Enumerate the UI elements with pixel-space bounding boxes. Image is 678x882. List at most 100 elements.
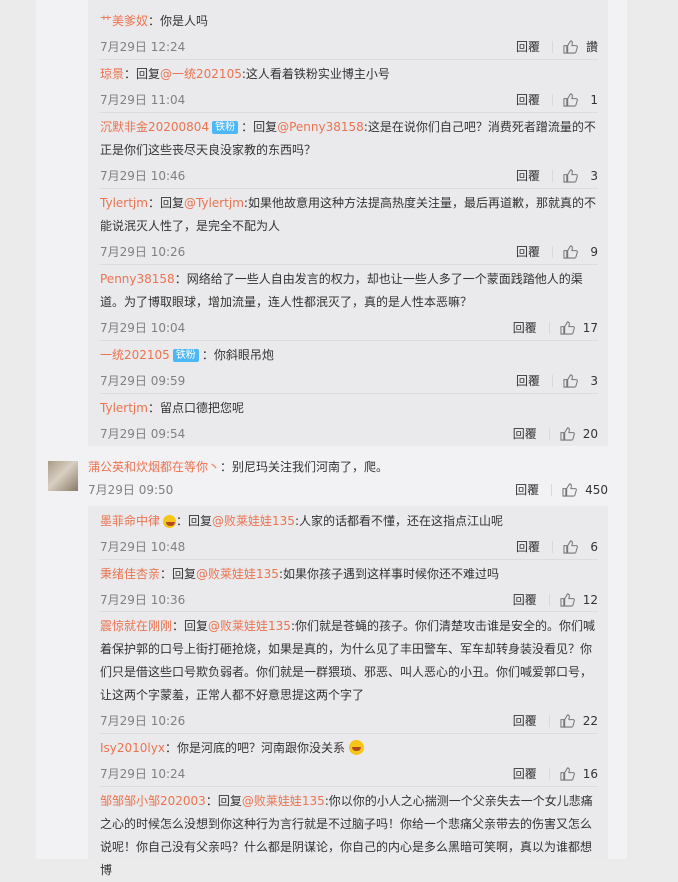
like-button[interactable]: 3: [563, 371, 598, 391]
like-button[interactable]: 3: [563, 166, 598, 186]
reply-meta: 7月29日 10:46 回覆 3: [100, 166, 598, 186]
reply-button[interactable]: 回覆: [516, 166, 540, 186]
like-button[interactable]: 450: [562, 480, 608, 500]
divider: [552, 541, 553, 553]
like-button[interactable]: 6: [563, 537, 598, 557]
reply-meta: 7月29日 11:04 回覆 1: [100, 90, 598, 110]
username-link[interactable]: Isy2010lyx: [100, 741, 165, 755]
username-link[interactable]: Tylertjm: [100, 401, 148, 415]
reply-item: Isy2010lyx：你是河底的吧？河南跟你没关系 7月29日 10:24 回覆 1…: [100, 737, 598, 784]
reply-button[interactable]: 回覆: [513, 318, 537, 338]
reply-text: 邹邹邹小邹202003：回复@败莱娃娃135:你以你的小人之心揣测一个父亲失去一…: [100, 790, 598, 882]
username-link[interactable]: 邹邹邹小邹202003: [100, 794, 206, 808]
reply-button[interactable]: 回覆: [516, 537, 540, 557]
reply-prefix: ：回复: [160, 567, 197, 581]
mention-link[interactable]: @Tylertjm: [184, 196, 244, 210]
reply-body: ：你是人吗: [148, 14, 209, 28]
avatar[interactable]: [48, 461, 78, 491]
reply-meta: 7月29日 12:24 回覆 讚: [100, 37, 598, 57]
reply-item: 沉默非金20200804 铁粉 ：回复@Penny38158:这是在说你们自己吧？消…: [100, 116, 598, 186]
thumbs-up-icon: [560, 767, 575, 781]
username-link[interactable]: Tylertjm: [100, 196, 148, 210]
like-count: 讚: [585, 40, 598, 54]
divider: [100, 188, 598, 189]
reply-actions: 回覆 讚: [516, 37, 598, 57]
mention-link[interactable]: @败莱娃娃135: [242, 794, 325, 808]
thumbs-up-icon: [563, 540, 578, 554]
mention-link[interactable]: @一统202105: [160, 67, 242, 81]
reply-button[interactable]: 回覆: [513, 590, 537, 610]
reply-button[interactable]: 回覆: [516, 37, 540, 57]
reply-button[interactable]: 回覆: [513, 424, 537, 444]
reply-meta: 7月29日 10:04 回覆 17: [100, 318, 598, 338]
reply-body: :人家的话都看不懂，还在这指点江山呢: [294, 514, 503, 528]
username-link[interactable]: Penny38158: [100, 272, 175, 286]
divider: [100, 264, 598, 265]
fan-badge: 铁粉: [212, 121, 239, 134]
username-link[interactable]: 秉绪佳杏亲: [100, 567, 160, 581]
reply-button[interactable]: 回覆: [516, 371, 540, 391]
username-link[interactable]: 沉默非金20200804: [100, 120, 209, 134]
username-link[interactable]: 墨菲命中律: [100, 514, 160, 528]
thumbs-up-icon: [563, 374, 578, 388]
timestamp: 7月29日 10:26: [100, 245, 186, 259]
mention-link[interactable]: @败莱娃娃135: [196, 567, 279, 581]
thumbs-up-icon: [562, 483, 577, 497]
like-button[interactable]: 22: [560, 711, 598, 731]
comment-actions: 回覆 450: [515, 480, 608, 500]
reply-meta: 7月29日 09:59 回覆 3: [100, 371, 598, 391]
laughing-emoji-icon: [348, 740, 364, 755]
reply-text: 墨菲命中律 ：回复@败莱娃娃135:人家的话都看不懂，还在这指点江山呢: [100, 510, 598, 533]
like-count: 22: [582, 714, 598, 728]
timestamp: 7月29日 09:54: [100, 427, 186, 441]
like-count: 3: [590, 169, 598, 183]
like-button[interactable]: 讚: [563, 37, 598, 57]
mention-link[interactable]: @败莱娃娃135: [208, 619, 291, 633]
username-link[interactable]: 琼景: [100, 67, 124, 81]
username-link[interactable]: 艹美爹奴: [100, 14, 148, 28]
like-button[interactable]: 17: [560, 318, 598, 338]
divider: [100, 340, 598, 341]
divider: [100, 559, 598, 560]
reply-item: 秉绪佳杏亲：回复@败莱娃娃135:如果你孩子遇到这样事时候你还不难过吗 7月29日…: [100, 563, 598, 610]
reply-actions: 回覆 9: [516, 242, 598, 262]
like-count: 16: [582, 767, 598, 781]
reply-actions: 回覆 3: [516, 166, 598, 186]
reply-prefix: ：回复: [241, 120, 278, 134]
like-button[interactable]: 1: [563, 90, 598, 110]
reply-text: 震惊就在刚刚：回复@败莱娃娃135:你们就是苍蝇的孩子。你们清楚攻击谁是安全的。…: [100, 615, 598, 707]
username-link[interactable]: 震惊就在刚刚: [100, 619, 172, 633]
reply-button[interactable]: 回覆: [516, 242, 540, 262]
reply-item: 艹美爹奴：你是人吗 7月29日 12:24 回覆 讚: [100, 10, 598, 57]
reply-meta: 7月29日 09:54 回覆 20: [100, 424, 598, 444]
reply-actions: 回覆 20: [513, 424, 598, 444]
reply-meta: 7月29日 10:48 回覆 6: [100, 537, 598, 557]
like-button[interactable]: 20: [560, 424, 598, 444]
reply-button[interactable]: 回覆: [515, 480, 539, 500]
reply-prefix: ：回复: [205, 794, 242, 808]
reply-actions: 回覆 17: [513, 318, 598, 338]
reply-item: Penny38158：网络给了一些人自由发言的权力，却也让一些人多了一个蒙面践踏…: [100, 268, 598, 338]
mention-link[interactable]: @Penny38158: [277, 120, 364, 134]
like-button[interactable]: 9: [563, 242, 598, 262]
username-link[interactable]: 蒲公英和炊烟都在等你丶: [88, 460, 220, 474]
like-button[interactable]: 16: [560, 764, 598, 784]
divider: [548, 768, 550, 780]
reply-actions: 回覆 6: [516, 537, 598, 557]
divider: [551, 41, 553, 53]
reply-item: Tylertjm：留点口德把您呢 7月29日 09:54 回覆 20: [100, 397, 598, 444]
reply-button[interactable]: 回覆: [513, 711, 537, 731]
mention-link[interactable]: @败莱娃娃135: [212, 514, 295, 528]
username-link[interactable]: 一统202105: [100, 348, 170, 362]
timestamp: 7月29日 10:04: [100, 321, 186, 335]
comment-body: ：别尼玛关注我们河南了，爬。: [220, 460, 389, 474]
like-button[interactable]: 12: [560, 590, 598, 610]
reply-button[interactable]: 回覆: [516, 90, 540, 110]
divider: [100, 733, 598, 734]
reply-text: 琼景：回复@一统202105:这人看着铁粉实业博主小号: [100, 63, 598, 86]
reply-text: Isy2010lyx：你是河底的吧？河南跟你没关系: [100, 737, 598, 760]
reply-item: 墨菲命中律 ：回复@败莱娃娃135:人家的话都看不懂，还在这指点江山呢 7月29日 …: [100, 510, 598, 557]
fire-emoji-icon: [163, 515, 177, 528]
reply-button[interactable]: 回覆: [513, 764, 537, 784]
like-count: 3: [590, 374, 598, 388]
